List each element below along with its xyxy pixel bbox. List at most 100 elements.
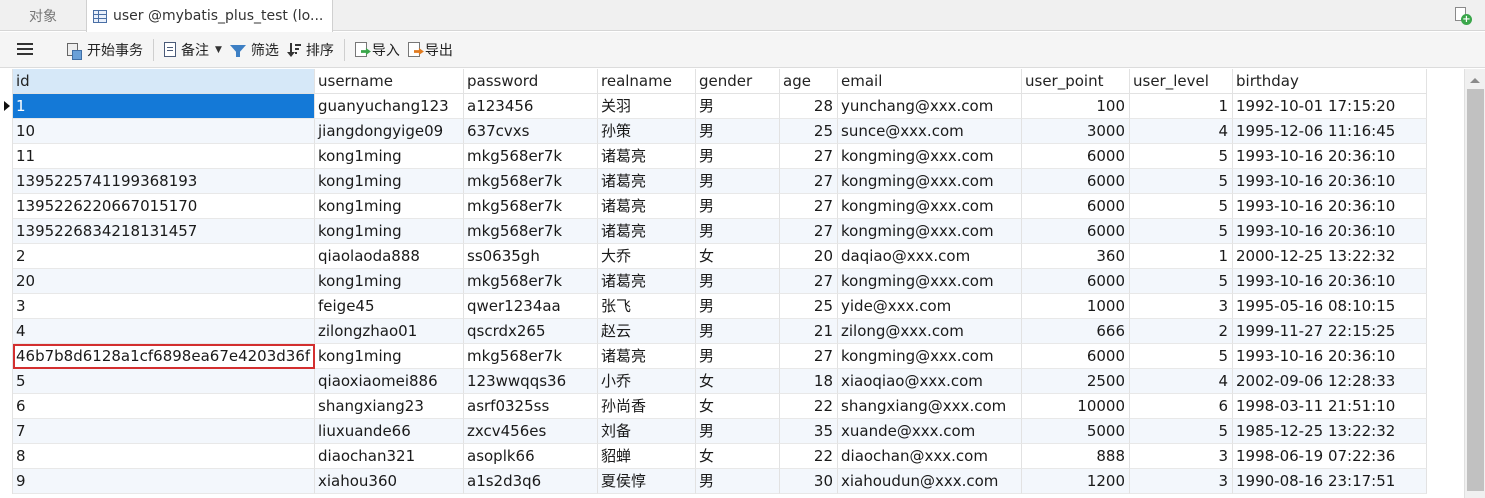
cell-birthday[interactable]: 1995-12-06 11:16:45 <box>1233 119 1427 144</box>
cell-user-point[interactable]: 6000 <box>1022 269 1130 294</box>
column-header-user-level[interactable]: user_level <box>1130 69 1233 94</box>
cell-password[interactable]: a1s2d3q6 <box>464 469 598 494</box>
row-marker[interactable] <box>0 94 13 119</box>
cell-age[interactable]: 27 <box>780 144 838 169</box>
row-marker[interactable] <box>0 194 13 219</box>
cell-gender[interactable]: 男 <box>696 194 780 219</box>
tab-user-table[interactable]: user @mybatis_plus_test (lo... <box>86 0 333 32</box>
cell-birthday[interactable]: 1998-03-11 21:51:10 <box>1233 394 1427 419</box>
cell-user-level[interactable]: 2 <box>1130 319 1233 344</box>
row-marker[interactable] <box>0 244 13 269</box>
cell-gender[interactable]: 男 <box>696 294 780 319</box>
hamburger-icon[interactable] <box>17 43 33 56</box>
cell-username[interactable]: kong1ming <box>315 144 464 169</box>
cell-gender[interactable]: 男 <box>696 119 780 144</box>
cell-email[interactable]: kongming@xxx.com <box>838 144 1022 169</box>
cell-id[interactable]: 5 <box>13 369 315 394</box>
cell-gender[interactable]: 女 <box>696 444 780 469</box>
cell-birthday[interactable]: 1993-10-16 20:36:10 <box>1233 144 1427 169</box>
scroll-up-arrow-icon[interactable] <box>1470 78 1480 83</box>
table-row[interactable]: 46b7b8d6128a1cf6898ea67e4203d36f kong1min… <box>0 344 1427 369</box>
cell-user-level[interactable]: 3 <box>1130 444 1233 469</box>
row-marker[interactable] <box>0 394 13 419</box>
import-button[interactable]: 导入 <box>351 37 404 63</box>
cell-password[interactable]: asrf0325ss <box>464 394 598 419</box>
cell-email[interactable]: kongming@xxx.com <box>838 269 1022 294</box>
cell-id[interactable]: 10 <box>13 119 315 144</box>
cell-gender[interactable]: 男 <box>696 144 780 169</box>
cell-user-point[interactable]: 6000 <box>1022 194 1130 219</box>
cell-id[interactable]: 1 <box>13 94 315 119</box>
table-row[interactable]: 8 diaochan321 asoplk66 貂蝉女 22 diaochan@xxx.co… <box>0 444 1427 469</box>
cell-user-level[interactable]: 4 <box>1130 369 1233 394</box>
cell-birthday[interactable]: 1993-10-16 20:36:10 <box>1233 269 1427 294</box>
column-header-user-point[interactable]: user_point <box>1022 69 1130 94</box>
cell-realname[interactable]: 诸葛亮 <box>598 169 696 194</box>
cell-gender[interactable]: 女 <box>696 369 780 394</box>
cell-realname[interactable]: 夏侯惇 <box>598 469 696 494</box>
column-header-age[interactable]: age <box>780 69 838 94</box>
cell-realname[interactable]: 赵云 <box>598 319 696 344</box>
cell-email[interactable]: yide@xxx.com <box>838 294 1022 319</box>
cell-birthday[interactable]: 1993-10-16 20:36:10 <box>1233 344 1427 369</box>
tab-objects[interactable]: 对象 <box>0 0 86 31</box>
cell-age[interactable]: 27 <box>780 344 838 369</box>
row-marker[interactable] <box>0 269 13 294</box>
cell-password[interactable]: qscrdx265 <box>464 319 598 344</box>
column-header-email[interactable]: email <box>838 69 1022 94</box>
table-row[interactable]: 20 kong1ming mkg568er7k 诸葛亮男 27 kongming@xxx.… <box>0 269 1427 294</box>
cell-id[interactable]: 2 <box>13 244 315 269</box>
cell-user-point[interactable]: 666 <box>1022 319 1130 344</box>
cell-password[interactable]: zxcv456es <box>464 419 598 444</box>
cell-password[interactable]: 123wwqqs36 <box>464 369 598 394</box>
cell-password[interactable]: ss0635gh <box>464 244 598 269</box>
row-marker[interactable] <box>0 144 13 169</box>
cell-password[interactable]: qwer1234aa <box>464 294 598 319</box>
cell-id[interactable]: 3 <box>13 294 315 319</box>
new-tab-button[interactable]: + <box>1453 6 1473 26</box>
cell-user-point[interactable]: 6000 <box>1022 144 1130 169</box>
cell-user-point[interactable]: 5000 <box>1022 419 1130 444</box>
cell-age[interactable]: 18 <box>780 369 838 394</box>
cell-birthday[interactable]: 1999-11-27 22:15:25 <box>1233 319 1427 344</box>
column-header-birthday[interactable]: birthday <box>1233 69 1427 94</box>
cell-username[interactable]: kong1ming <box>315 169 464 194</box>
column-header-password[interactable]: password <box>464 69 598 94</box>
cell-password[interactable]: mkg568er7k <box>464 169 598 194</box>
cell-user-level[interactable]: 1 <box>1130 94 1233 119</box>
row-marker[interactable] <box>0 119 13 144</box>
cell-id[interactable]: 7 <box>13 419 315 444</box>
cell-email[interactable]: yunchang@xxx.com <box>838 94 1022 119</box>
cell-realname[interactable]: 孙策 <box>598 119 696 144</box>
table-row[interactable]: 1 guanyuchang123 a123456 关羽男 28 yunchang@xxx.… <box>0 94 1427 119</box>
cell-username[interactable]: jiangdongyige09 <box>315 119 464 144</box>
cell-age[interactable]: 25 <box>780 294 838 319</box>
cell-gender[interactable]: 女 <box>696 394 780 419</box>
cell-user-level[interactable]: 4 <box>1130 119 1233 144</box>
cell-password[interactable]: 637cvxs <box>464 119 598 144</box>
row-marker[interactable] <box>0 344 13 369</box>
cell-username[interactable]: qiaoxiaomei886 <box>315 369 464 394</box>
cell-birthday[interactable]: 1993-10-16 20:36:10 <box>1233 219 1427 244</box>
cell-gender[interactable]: 男 <box>696 169 780 194</box>
cell-password[interactable]: mkg568er7k <box>464 269 598 294</box>
row-marker[interactable] <box>0 469 13 494</box>
cell-gender[interactable]: 男 <box>696 469 780 494</box>
cell-user-point[interactable]: 2500 <box>1022 369 1130 394</box>
cell-username[interactable]: xiahou360 <box>315 469 464 494</box>
cell-user-point[interactable]: 360 <box>1022 244 1130 269</box>
cell-id[interactable]: 11 <box>13 144 315 169</box>
cell-gender[interactable]: 男 <box>696 219 780 244</box>
cell-user-level[interactable]: 6 <box>1130 394 1233 419</box>
export-button[interactable]: 导出 <box>404 37 457 63</box>
cell-user-level[interactable]: 5 <box>1130 269 1233 294</box>
cell-password[interactable]: a123456 <box>464 94 598 119</box>
cell-age[interactable]: 25 <box>780 119 838 144</box>
column-header-gender[interactable]: gender <box>696 69 780 94</box>
table-row[interactable]: 9 xiahou360 a1s2d3q6 夏侯惇男 30 xiahoudun@xxx.co… <box>0 469 1427 494</box>
scrollbar-thumb[interactable] <box>1467 89 1484 491</box>
cell-gender[interactable]: 男 <box>696 94 780 119</box>
sort-button[interactable]: 排序 <box>283 37 338 63</box>
table-row[interactable]: 1395226220667015170 kong1ming mkg568er7k 诸葛… <box>0 194 1427 219</box>
column-header-id[interactable]: id <box>13 69 315 94</box>
